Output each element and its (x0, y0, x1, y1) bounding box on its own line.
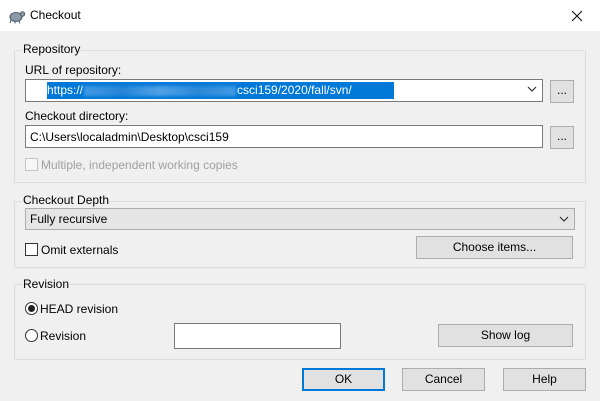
checkout-depth-group-label: Checkout Depth (22, 193, 111, 207)
close-button[interactable] (554, 0, 600, 31)
ok-button[interactable]: OK (302, 368, 385, 391)
checkout-dir-input[interactable]: C:\Users\localadmin\Desktop\csci159 (25, 125, 543, 148)
url-prefix: https:// (47, 83, 84, 97)
repository-group-label: Repository (22, 42, 82, 56)
redacted-host (84, 85, 237, 96)
checkout-dir-browse-button[interactable]: ... (550, 126, 574, 149)
revision-label: Revision (40, 329, 87, 343)
url-suffix: csci159/2020/fall/svn/ (237, 83, 352, 97)
close-icon (571, 10, 583, 21)
title-bar: Checkout (0, 0, 600, 31)
head-revision-label: HEAD revision (40, 302, 119, 316)
depth-selected: Fully recursive (30, 212, 108, 226)
revision-group-label: Revision (22, 277, 71, 291)
tortoise-app-icon (9, 11, 26, 24)
window-title: Checkout (30, 8, 81, 22)
revision-input[interactable] (174, 323, 341, 349)
chevron-down-icon[interactable] (527, 84, 537, 94)
help-button[interactable]: Help (503, 368, 586, 391)
head-revision-radio[interactable] (25, 302, 38, 315)
show-log-button[interactable]: Show log (438, 324, 573, 347)
checkout-dir-value: C:\Users\localadmin\Desktop\csci159 (30, 130, 229, 144)
url-label: URL of repository: (25, 63, 122, 77)
choose-items-button[interactable]: Choose items... (416, 236, 573, 259)
url-combobox[interactable]: https:// csci159/2020/fall/svn/ (25, 79, 543, 102)
multiple-copies-label: Multiple, independent working copies (41, 158, 238, 172)
omit-externals-label: Omit externals (41, 243, 119, 257)
cancel-button[interactable]: Cancel (402, 368, 485, 391)
depth-dropdown[interactable]: Fully recursive (25, 208, 575, 230)
revision-radio[interactable] (25, 329, 38, 342)
multiple-copies-checkbox[interactable] (25, 158, 38, 171)
url-selection: https:// csci159/2020/fall/svn/ (47, 82, 394, 99)
chevron-down-icon[interactable] (559, 214, 569, 224)
omit-externals-checkbox[interactable] (25, 243, 38, 256)
checkout-dir-label: Checkout directory: (25, 109, 129, 123)
url-browse-button[interactable]: ... (550, 80, 574, 103)
